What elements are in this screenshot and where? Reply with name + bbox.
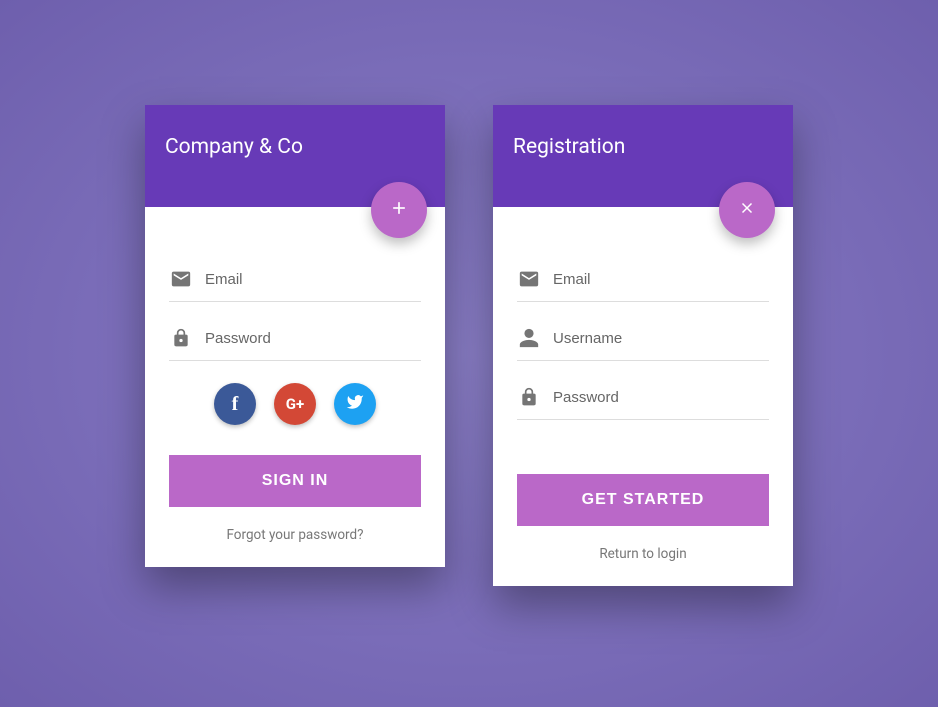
register-username-input[interactable] [553,330,769,347]
register-password-input[interactable] [553,389,769,406]
register-body: GET STARTED Return to login [493,207,793,586]
forgot-password-link[interactable]: Forgot your password? [169,527,421,543]
login-email-field [169,257,421,302]
register-title: Registration [513,135,625,159]
facebook-icon: f [232,393,239,416]
close-icon [738,199,756,221]
twitter-button[interactable] [334,383,376,425]
login-card: Company & Co f G+ [145,105,445,567]
add-button[interactable] [371,182,427,238]
login-password-field [169,316,421,361]
facebook-button[interactable]: f [214,383,256,425]
sign-in-button[interactable]: SIGN IN [169,455,421,507]
register-card: Registration GET STARTED Return to log [493,105,793,586]
email-icon [169,267,193,291]
social-row: f G+ [169,383,421,425]
google-plus-icon: G+ [286,395,304,413]
close-button[interactable] [719,182,775,238]
person-icon [517,326,541,350]
get-started-button[interactable]: GET STARTED [517,474,769,526]
google-plus-button[interactable]: G+ [274,383,316,425]
register-password-field [517,375,769,420]
login-title: Company & Co [165,135,303,159]
email-icon [517,267,541,291]
register-email-input[interactable] [553,271,769,288]
login-body: f G+ SIGN IN Forgot your password? [145,207,445,567]
register-email-field [517,257,769,302]
lock-icon [517,385,541,409]
return-to-login-link[interactable]: Return to login [517,546,769,562]
twitter-icon [346,393,364,415]
login-password-input[interactable] [205,330,421,347]
lock-icon [169,326,193,350]
plus-icon [389,198,409,222]
register-username-field [517,316,769,361]
login-email-input[interactable] [205,271,421,288]
